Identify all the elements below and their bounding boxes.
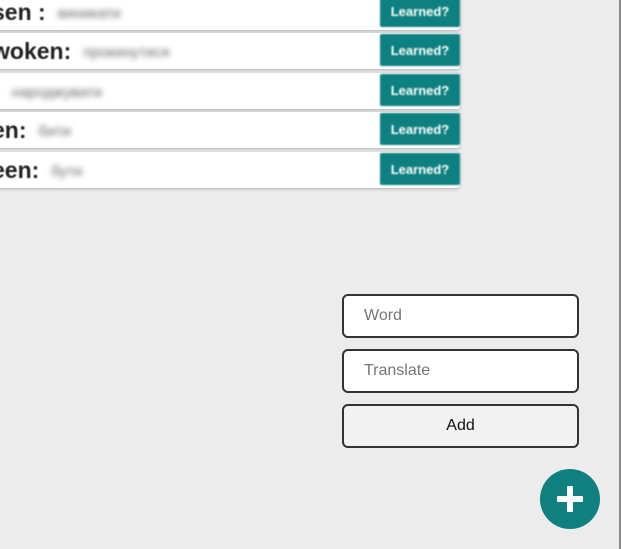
translation-text: бути (51, 162, 83, 180)
add-fab-button[interactable] (540, 469, 600, 529)
learned-button[interactable]: Learned? (380, 34, 460, 66)
word-row: een:бути Learned? (0, 152, 460, 188)
plus-icon (557, 486, 583, 512)
word-row: :народжувати Learned? (0, 73, 460, 109)
word-text: woken: прокинутися (0, 33, 170, 69)
learned-button[interactable]: Learned? (380, 153, 460, 185)
word-text: sen :виникати (0, 0, 121, 30)
word-input[interactable] (342, 294, 579, 338)
translation-text: прокинутися (83, 43, 170, 61)
word-text: en:бити (0, 112, 71, 148)
word-text: een:бути (0, 152, 82, 188)
learned-button[interactable]: Learned? (380, 0, 460, 27)
learned-button[interactable]: Learned? (380, 74, 460, 106)
word-row: en:бити Learned? (0, 112, 460, 148)
translation-text: виникати (57, 4, 121, 22)
translate-input[interactable] (342, 349, 579, 393)
word-text: :народжувати (0, 73, 103, 109)
add-word-form: Add (342, 294, 579, 448)
learned-button[interactable]: Learned? (380, 113, 460, 145)
add-button[interactable]: Add (342, 404, 579, 448)
translation-text: бити (38, 122, 71, 140)
word-row: sen :виникати Learned? (0, 0, 460, 30)
translation-text: народжувати (11, 83, 103, 101)
word-row: woken: прокинутися Learned? (0, 33, 460, 69)
